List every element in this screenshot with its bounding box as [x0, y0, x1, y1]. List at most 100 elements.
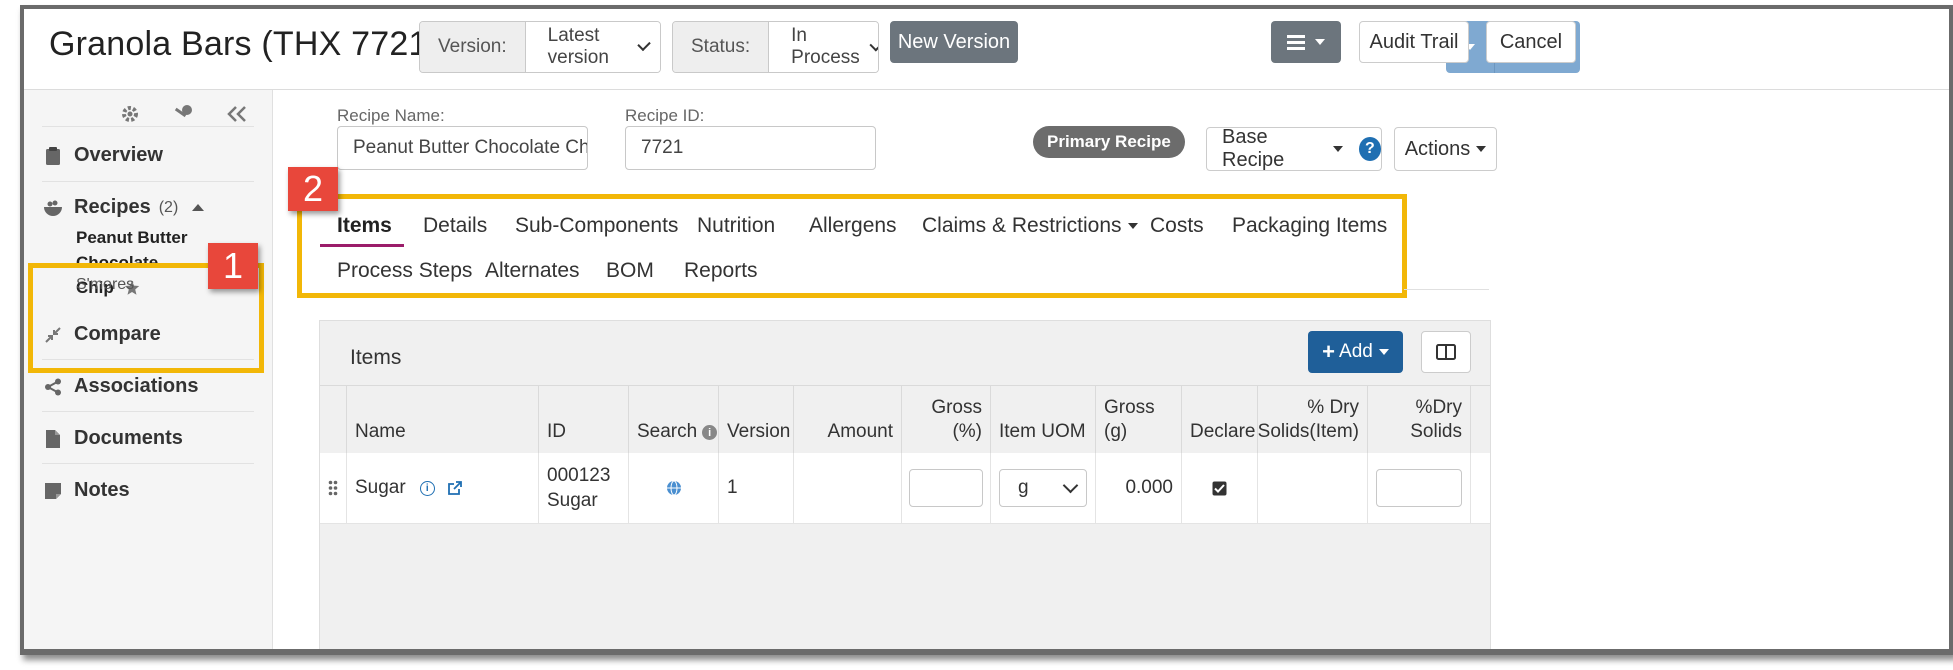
tab-sub-components[interactable]: Sub-Components [515, 214, 678, 238]
cell-gross-pct [902, 453, 991, 523]
cell-declare [1182, 453, 1258, 523]
chevron-down-icon [637, 37, 651, 52]
declare-checkbox[interactable] [1212, 481, 1227, 496]
column-header-search[interactable]: Search i [629, 386, 719, 454]
dry-solids-input[interactable] [1376, 469, 1462, 507]
column-header-label: Gross [931, 397, 982, 418]
drag-handle-icon[interactable] [320, 453, 347, 523]
column-header-id[interactable]: ID [539, 386, 629, 454]
primary-recipe-badge: Primary Recipe [1033, 126, 1185, 158]
gross-pct-input[interactable] [909, 469, 983, 507]
tab-items[interactable]: Items [337, 214, 392, 238]
column-header-declare[interactable]: Declare [1182, 386, 1258, 454]
sidebar-item-compare[interactable]: Compare [42, 323, 161, 346]
sidebar-item-recipes[interactable]: Recipes (2) [42, 196, 205, 219]
tab-packaging-items[interactable]: Packaging Items [1232, 214, 1387, 238]
column-header-gross-pct[interactable]: Gross (%) [902, 386, 991, 454]
sidebar-item-associations[interactable]: Associations [42, 375, 198, 398]
key-icon[interactable] [172, 104, 194, 124]
status-select[interactable]: Status: In Process [672, 21, 879, 73]
gear-icon[interactable] [120, 104, 140, 124]
recipe-name-input[interactable]: Peanut Butter Chocolate Chip [337, 126, 588, 170]
cell-version: 1 [719, 453, 794, 523]
drag-column-header [320, 386, 347, 454]
items-panel: Items + Add Name ID Search i Version Amo… [319, 320, 1491, 649]
column-header-dry-solids[interactable]: %Dry Solids [1368, 386, 1471, 454]
new-version-button[interactable]: New Version [890, 21, 1018, 63]
note-icon [45, 482, 61, 499]
tab-label: Claims & Restrictions [922, 214, 1122, 237]
cell-amount [794, 453, 902, 523]
caret-down-icon [1127, 223, 1138, 230]
column-header-item-uom[interactable]: Item UOM [991, 386, 1096, 454]
column-header-amount[interactable]: Amount [794, 386, 902, 454]
actions-label: Actions [1404, 137, 1471, 160]
tab-allergens[interactable]: Allergens [809, 214, 897, 238]
collapse-icon[interactable] [226, 104, 248, 124]
base-recipe-label: Base Recipe [1222, 126, 1285, 171]
column-header-label: Solids [1410, 421, 1462, 442]
globe-icon[interactable] [666, 480, 682, 496]
help-icon[interactable]: ? [1358, 137, 1381, 161]
actions-button[interactable]: Actions [1394, 127, 1497, 171]
cell-gross-g: 0.000 [1096, 453, 1182, 523]
version-value-box[interactable]: Latest version [525, 22, 660, 72]
status-value-box[interactable]: In Process [769, 22, 878, 72]
uom-select[interactable]: g [999, 469, 1087, 507]
tab-alternates[interactable]: Alternates [485, 259, 580, 283]
item-id-name: Sugar [547, 490, 598, 511]
sidebar-item-label: Notes [74, 479, 130, 501]
document-icon [46, 429, 60, 448]
caret-up-icon[interactable] [192, 204, 205, 211]
column-header-label: % Dry [1307, 397, 1359, 418]
sidebar-item-label: Overview [74, 144, 163, 166]
sidebar-item-documents[interactable]: Documents [42, 427, 183, 450]
recipe-name-label: Recipe Name: [337, 106, 445, 125]
active-tab-indicator [320, 244, 404, 247]
sidebar-item-label: Associations [74, 375, 199, 397]
cancel-button[interactable]: Cancel [1486, 21, 1576, 63]
tab-nutrition[interactable]: Nutrition [697, 214, 775, 238]
chevron-down-icon [869, 37, 878, 52]
sidebar-toolbar [120, 104, 248, 124]
cell-dry-solids [1368, 453, 1471, 523]
tab-reports[interactable]: Reports [684, 259, 758, 283]
external-link-icon[interactable] [447, 480, 463, 496]
recipe-id-input[interactable]: 7721 [625, 126, 876, 170]
chevron-down-icon [1062, 477, 1079, 494]
caret-down-icon [1378, 349, 1389, 355]
recipes-count: (2) [158, 198, 179, 216]
table-row: Sugar i 000123 Sugar 1 g 0.000 [320, 453, 1490, 523]
version-label: Version: [420, 22, 526, 72]
tab-claims-restrictions[interactable]: Claims & Restrictions [922, 214, 1138, 238]
column-header-dry-solids-item[interactable]: % Dry Solids(Item) [1258, 386, 1368, 454]
add-label: Add [1339, 341, 1373, 362]
columns-toggle-button[interactable] [1421, 331, 1471, 373]
info-icon: i [702, 425, 718, 440]
version-select[interactable]: Version: Latest version [419, 21, 661, 73]
compress-icon [45, 326, 61, 343]
status-value: In Process [791, 25, 860, 68]
caret-down-icon [1476, 146, 1487, 152]
item-id: 000123 [547, 465, 611, 486]
tab-process-steps[interactable]: Process Steps [337, 259, 472, 283]
tab-bom[interactable]: BOM [606, 259, 654, 283]
tab-details[interactable]: Details [423, 214, 487, 238]
audit-trail-button[interactable]: Audit Trail [1359, 21, 1469, 63]
sidebar-item-label: Compare [74, 323, 161, 345]
sidebar-item-overview[interactable]: Overview [42, 144, 163, 167]
cell-id: 000123 Sugar [539, 453, 629, 523]
share-icon [45, 378, 61, 395]
info-icon[interactable]: i [419, 480, 435, 496]
column-header-version[interactable]: Version [719, 386, 794, 454]
base-recipe-button[interactable]: Base Recipe ? [1206, 126, 1382, 171]
tab-costs[interactable]: Costs [1150, 214, 1204, 238]
divider [42, 463, 254, 464]
table-header: Name ID Search i Version Amount Gross (%… [320, 385, 1490, 455]
column-header-gross-g[interactable]: Gross (g) [1096, 386, 1182, 454]
add-button[interactable]: + Add [1308, 331, 1403, 373]
menu-button[interactable] [1271, 21, 1341, 63]
sidebar-item-notes[interactable]: Notes [42, 479, 130, 502]
column-header-label: Search [637, 421, 698, 442]
column-header-name[interactable]: Name [347, 386, 539, 454]
